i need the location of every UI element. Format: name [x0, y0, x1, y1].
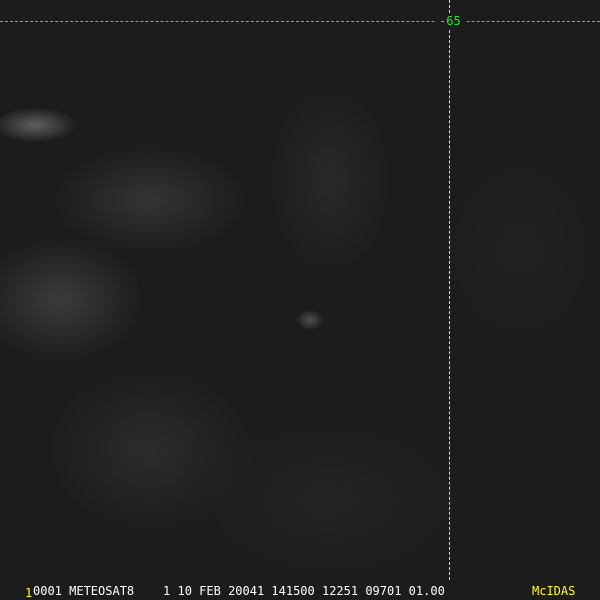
image-info-text: 0001 METEOSAT8 1 10 FEB 20041 141500 122… — [33, 584, 445, 598]
latitude-line — [0, 21, 600, 22]
image-info-bar: 1 0001 METEOSAT8 1 10 FEB 20041 141500 1… — [0, 584, 600, 600]
frame-number: 1 — [25, 586, 33, 600]
longitude-line — [449, 0, 450, 580]
contour-label: -65 — [435, 14, 465, 28]
satellite-image: -65 1 0001 METEOSAT8 1 10 FEB 20041 1415… — [0, 0, 600, 600]
mcidas-logo: McIDAS — [532, 584, 576, 598]
